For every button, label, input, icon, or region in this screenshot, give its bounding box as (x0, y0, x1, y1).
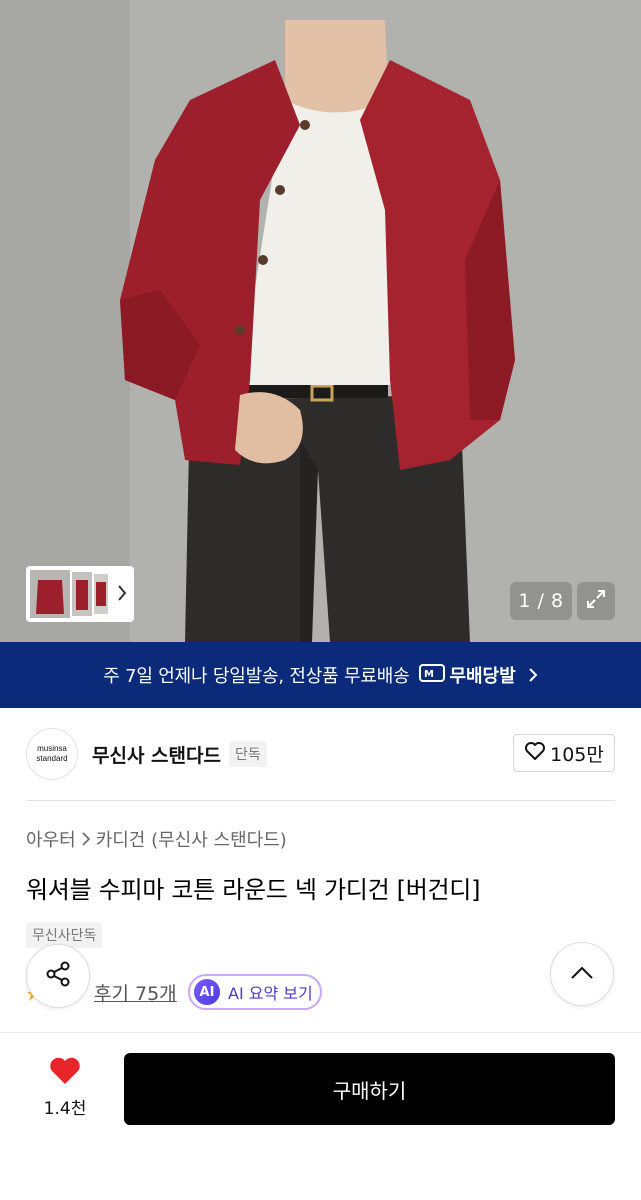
brand-like-button[interactable]: 105만 (513, 734, 615, 772)
product-image-gallery[interactable]: 1 / 8 (0, 0, 641, 642)
brand-name[interactable]: 무신사 스탠다드 (92, 741, 221, 768)
free-delivery-badge: M 무배당발 (419, 662, 516, 688)
banner-text: 주 7일 언제나 당일발송, 전상품 무료배송 (103, 666, 410, 687)
expand-icon (585, 588, 607, 614)
thumbnail-strip[interactable] (26, 566, 134, 622)
product-title: 워셔블 수피마 코튼 라운드 넥 가디건 [버건디] (26, 876, 481, 904)
wishlist-button[interactable]: 1.4천 (30, 1056, 100, 1120)
logo-text: musinsa (37, 744, 67, 753)
chevron-right-icon (116, 583, 128, 603)
thumbnail-images (30, 570, 108, 618)
ai-badge-icon: AI (194, 979, 220, 1005)
ai-summary-label: AI 요약 보기 (228, 984, 313, 1003)
share-icon (44, 960, 72, 992)
share-button[interactable] (26, 944, 90, 1008)
brand-row: musinsa standard 무신사 스탠다드 단독 105만 (26, 727, 615, 781)
delivery-badge-icon: M (419, 663, 449, 687)
expand-image-button[interactable] (577, 582, 615, 620)
scroll-to-top-button[interactable] (550, 942, 614, 1006)
badge-label: 무배당발 (449, 666, 516, 687)
svg-text:M: M (424, 669, 434, 680)
divider (0, 1032, 641, 1033)
logo-text: standard (36, 754, 68, 763)
breadcrumb-item[interactable]: 아우터 (26, 826, 76, 852)
product-photo (0, 0, 641, 642)
buy-button[interactable]: 구매하기 (124, 1053, 615, 1125)
ai-summary-button[interactable]: AI AI 요약 보기 (188, 974, 322, 1010)
heart-filled-icon (48, 1056, 82, 1090)
chevron-up-icon (570, 965, 594, 984)
shipping-banner[interactable]: 주 7일 언제나 당일발송, 전상품 무료배송 M 무배당발 (0, 642, 641, 708)
like-count: 105만 (550, 743, 604, 766)
image-page-counter: 1 / 8 (510, 582, 572, 620)
divider (26, 800, 615, 801)
brand-logo[interactable]: musinsa standard (26, 728, 78, 780)
breadcrumb: 아우터 카디건 (무신사 스탠다드) (26, 826, 287, 852)
reviews-link[interactable]: 후기 75개 (94, 979, 177, 1006)
chevron-right-icon (82, 832, 90, 846)
heart-outline-icon (524, 741, 550, 766)
exclusive-tag: 단독 (228, 741, 267, 767)
breadcrumb-item[interactable]: 카디건 (무신사 스탠다드) (96, 826, 287, 852)
wishlist-count: 1.4천 (43, 1099, 87, 1119)
chevron-right-icon (528, 667, 538, 683)
